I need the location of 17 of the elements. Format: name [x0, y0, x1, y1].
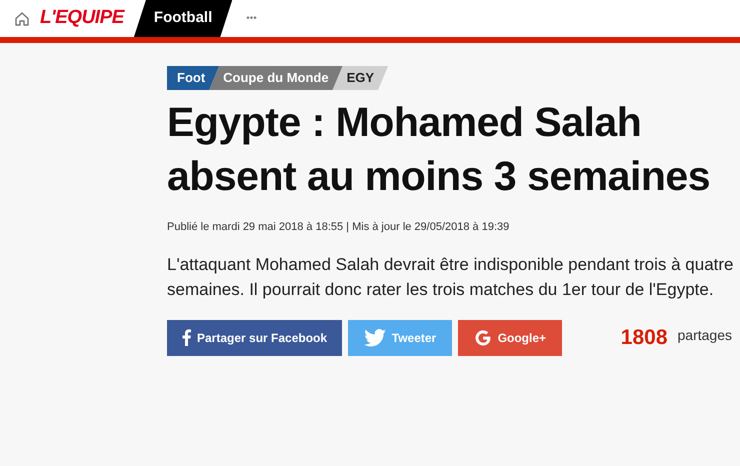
- share-button[interactable]: Partager sur Facebook: [167, 320, 342, 356]
- google-g-icon: [474, 328, 492, 346]
- share-button[interactable]: Google+: [458, 320, 562, 356]
- category-tag[interactable]: Foot: [167, 66, 220, 90]
- article-title: Egypte : Mohamed Salah absent au moins 3 semaines: [167, 98, 712, 201]
- logo[interactable]: L'EQUIPE: [40, 4, 124, 33]
- more-menu[interactable]: •••: [246, 11, 257, 26]
- section-tab[interactable]: Football: [134, 0, 232, 37]
- share-label: partages: [678, 326, 732, 345]
- share-count: 1808: [620, 324, 668, 351]
- publish-date: Publié le mardi 29 mai 2018 à 18:55 | Mis à jour le 29/05/2018 à 19:39: [167, 220, 510, 235]
- facebook-icon: [182, 329, 191, 346]
- article-lead: L'attaquant Mohamed Salah devrait être indisponible pendant trois à quatre semaines. Il pourrait donc rater les trois matches du 1er tour de l'Egypte.: [167, 254, 735, 300]
- category-tag[interactable]: EGY: [332, 66, 388, 90]
- bird-icon: [364, 328, 386, 346]
- home-icon[interactable]: [14, 10, 30, 26]
- category-tag[interactable]: Coupe du Monde: [209, 66, 343, 90]
